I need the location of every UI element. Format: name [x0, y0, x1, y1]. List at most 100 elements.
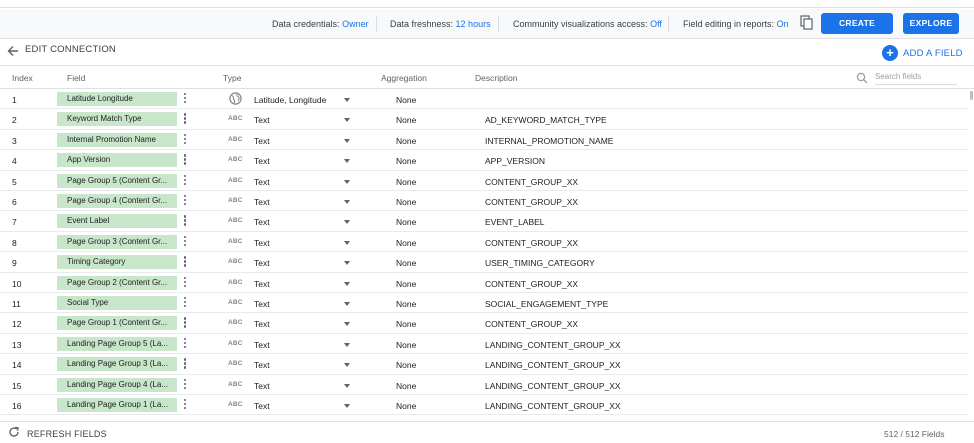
- more-vert-icon[interactable]: [182, 297, 188, 309]
- aggregation-value[interactable]: None: [396, 238, 416, 248]
- more-vert-icon[interactable]: [182, 276, 188, 289]
- description-value[interactable]: APP_VERSION: [485, 156, 545, 166]
- community-access-value[interactable]: Off: [650, 19, 662, 29]
- more-vert-icon[interactable]: [182, 174, 188, 187]
- field-type-select[interactable]: Text: [254, 177, 270, 187]
- field-name-chip[interactable]: Landing Page Group 4 (La...: [57, 377, 177, 392]
- field-editing-in-reports[interactable]: Field editing in reports: On: [683, 9, 789, 39]
- field-type-select[interactable]: Text: [254, 136, 270, 146]
- dropdown-caret-icon[interactable]: [344, 363, 350, 368]
- dropdown-caret-icon[interactable]: [344, 342, 350, 347]
- description-value[interactable]: CONTENT_GROUP_XX: [485, 197, 578, 207]
- back-arrow-icon[interactable]: [7, 45, 19, 57]
- field-type-select[interactable]: Text: [254, 381, 270, 391]
- dropdown-caret-icon[interactable]: [344, 118, 350, 123]
- aggregation-value[interactable]: None: [396, 136, 416, 146]
- dropdown-caret-icon[interactable]: [344, 322, 350, 327]
- field-name-chip[interactable]: App Version: [57, 153, 177, 168]
- description-value[interactable]: USER_TIMING_CATEGORY: [485, 258, 595, 268]
- field-type-select[interactable]: Text: [254, 299, 270, 309]
- field-name-chip[interactable]: Page Group 2 (Content Gr...: [57, 275, 177, 290]
- dropdown-caret-icon[interactable]: [344, 383, 350, 388]
- aggregation-value[interactable]: None: [396, 279, 416, 289]
- field-type-select[interactable]: Text: [254, 115, 270, 125]
- description-value[interactable]: CONTENT_GROUP_XX: [485, 177, 578, 187]
- create-report-button[interactable]: CREATE REPORT: [821, 13, 893, 49]
- aggregation-value[interactable]: None: [396, 381, 416, 391]
- field-type-select[interactable]: Text: [254, 340, 270, 350]
- more-vert-icon[interactable]: [182, 317, 188, 329]
- field-type-select[interactable]: Text: [254, 156, 270, 166]
- more-vert-icon[interactable]: [182, 113, 188, 125]
- more-vert-icon[interactable]: [182, 235, 188, 248]
- field-name-chip[interactable]: Event Label: [57, 214, 177, 229]
- field-type-select[interactable]: Text: [254, 319, 270, 329]
- field-name-chip[interactable]: Timing Category: [57, 255, 177, 270]
- table-scrollbar[interactable]: [969, 89, 974, 416]
- dropdown-caret-icon[interactable]: [344, 240, 350, 245]
- field-name-chip[interactable]: Page Group 4 (Content Gr...: [57, 194, 177, 208]
- data-freshness[interactable]: Data freshness: 12 hours: [390, 9, 491, 39]
- dropdown-caret-icon[interactable]: [344, 159, 350, 164]
- community-visualizations-access[interactable]: Community visualizations access: Off: [513, 9, 662, 39]
- aggregation-value[interactable]: None: [396, 95, 416, 105]
- field-type-select[interactable]: Text: [254, 238, 270, 248]
- field-type-select[interactable]: Text: [254, 197, 270, 207]
- data-credentials-value[interactable]: Owner: [342, 19, 369, 29]
- more-vert-icon[interactable]: [182, 337, 188, 350]
- field-name-chip[interactable]: Page Group 1 (Content Gr...: [57, 316, 177, 331]
- explore-button[interactable]: EXPLORE: [903, 13, 959, 34]
- description-value[interactable]: LANDING_CONTENT_GROUP_XX: [485, 401, 621, 411]
- aggregation-value[interactable]: None: [396, 217, 416, 227]
- description-value[interactable]: CONTENT_GROUP_XX: [485, 279, 578, 289]
- aggregation-value[interactable]: None: [396, 156, 416, 166]
- dropdown-caret-icon[interactable]: [344, 261, 350, 266]
- field-name-chip[interactable]: Landing Page Group 1 (La...: [57, 398, 177, 412]
- field-type-select[interactable]: Text: [254, 258, 270, 268]
- description-value[interactable]: AD_KEYWORD_MATCH_TYPE: [485, 115, 607, 125]
- scrollbar-thumb[interactable]: [970, 91, 973, 100]
- description-value[interactable]: LANDING_CONTENT_GROUP_XX: [485, 381, 621, 391]
- field-name-chip[interactable]: Latitude Longitude: [57, 92, 177, 106]
- add-a-field-button[interactable]: ADD A FIELD: [903, 48, 963, 59]
- description-value[interactable]: EVENT_LABEL: [485, 217, 545, 227]
- more-vert-icon[interactable]: [182, 399, 188, 411]
- more-vert-icon[interactable]: [182, 133, 188, 146]
- data-credentials[interactable]: Data credentials: Owner: [272, 9, 369, 39]
- aggregation-value[interactable]: None: [396, 177, 416, 187]
- refresh-icon[interactable]: [8, 426, 20, 438]
- refresh-fields-button[interactable]: REFRESH FIELDS: [27, 429, 107, 439]
- dropdown-caret-icon[interactable]: [344, 98, 350, 102]
- field-name-chip[interactable]: Landing Page Group 5 (La...: [57, 336, 177, 351]
- aggregation-value[interactable]: None: [396, 299, 416, 309]
- field-type-select[interactable]: Text: [254, 279, 270, 289]
- more-vert-icon[interactable]: [182, 358, 188, 370]
- aggregation-value[interactable]: None: [396, 258, 416, 268]
- copy-icon[interactable]: [800, 15, 814, 30]
- field-type-select[interactable]: Text: [254, 401, 270, 411]
- search-fields-input[interactable]: [875, 68, 957, 85]
- aggregation-value[interactable]: None: [396, 401, 416, 411]
- description-value[interactable]: CONTENT_GROUP_XX: [485, 319, 578, 329]
- more-vert-icon[interactable]: [182, 154, 188, 166]
- more-vert-icon[interactable]: [182, 378, 188, 391]
- description-value[interactable]: LANDING_CONTENT_GROUP_XX: [485, 340, 621, 350]
- field-name-chip[interactable]: Keyword Match Type: [57, 112, 177, 127]
- dropdown-caret-icon[interactable]: [344, 200, 350, 204]
- dropdown-caret-icon[interactable]: [344, 138, 350, 143]
- field-editing-value[interactable]: On: [777, 19, 789, 29]
- field-name-chip[interactable]: Internal Promotion Name: [57, 132, 177, 147]
- aggregation-value[interactable]: None: [396, 360, 416, 370]
- field-type-select[interactable]: Text: [254, 360, 270, 370]
- field-name-chip[interactable]: Social Type: [57, 296, 177, 310]
- more-vert-icon[interactable]: [182, 215, 188, 227]
- field-name-chip[interactable]: Page Group 5 (Content Gr...: [57, 173, 177, 188]
- more-vert-icon[interactable]: [182, 93, 188, 105]
- description-value[interactable]: INTERNAL_PROMOTION_NAME: [485, 136, 613, 146]
- dropdown-caret-icon[interactable]: [344, 179, 350, 184]
- aggregation-value[interactable]: None: [396, 319, 416, 329]
- field-type-select[interactable]: Text: [254, 217, 270, 227]
- dropdown-caret-icon[interactable]: [344, 281, 350, 286]
- description-value[interactable]: SOCIAL_ENGAGEMENT_TYPE: [485, 299, 608, 309]
- field-name-chip[interactable]: Landing Page Group 3 (La...: [57, 357, 177, 372]
